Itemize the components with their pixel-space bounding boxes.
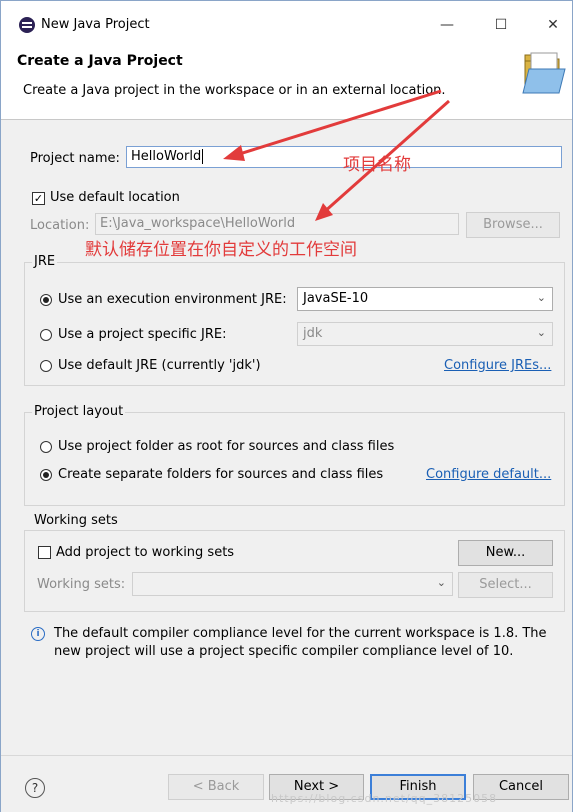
back-button[interactable]: < Back [168, 774, 264, 800]
new-java-project-dialog: New Java Project — ☐ ✕ Create a Java Pro… [0, 0, 573, 812]
annotation-arrows [223, 89, 450, 221]
watermark: https://blog.csdn.net/qq_38125058 [271, 792, 498, 805]
arrow-to-location [322, 99, 450, 215]
arrow-to-project-name [232, 89, 442, 158]
help-icon[interactable]: ? [25, 778, 45, 798]
arrow-head-project-name [223, 145, 245, 161]
wizard-footer: ? < Back Next > Finish Cancel https://bl… [1, 755, 572, 812]
